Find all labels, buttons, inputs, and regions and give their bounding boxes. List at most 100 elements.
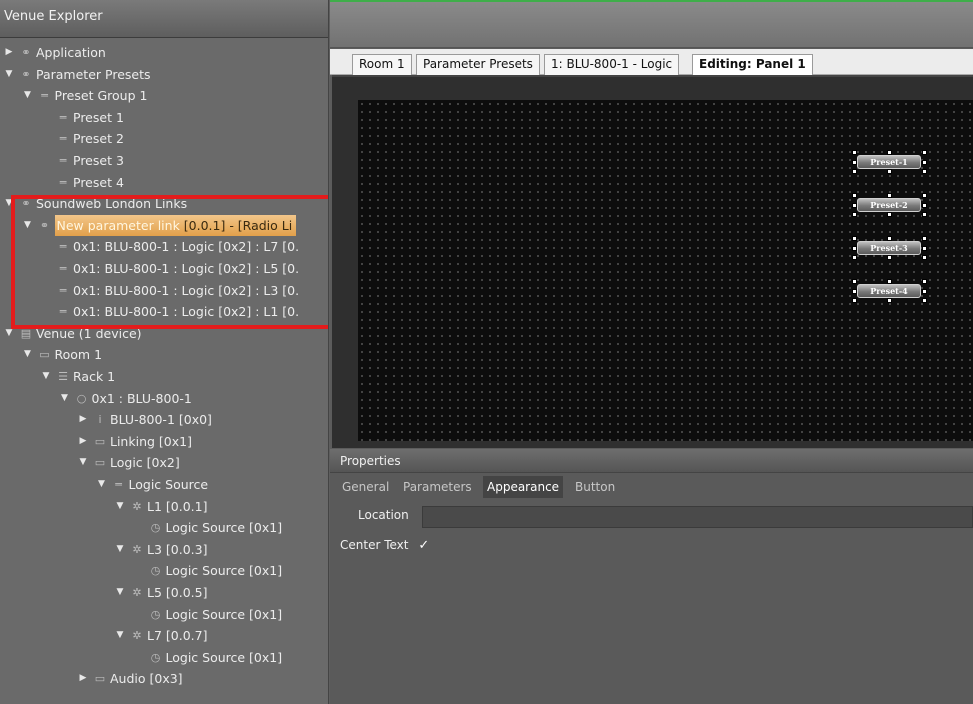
chevron-down-icon[interactable]: ▼ — [4, 323, 14, 344]
resize-handle[interactable] — [922, 279, 927, 284]
chevron-down-icon[interactable]: ▼ — [78, 452, 88, 473]
tree-item[interactable]: ▼ ⚭ New parameter link [0.0.1] - [Radio Li — [0, 214, 328, 236]
tab-room-1[interactable]: Room 1 — [352, 54, 412, 75]
tree-item[interactable]: ◷ Logic Source [0x1] — [0, 604, 328, 625]
tab-appearance[interactable]: Appearance — [483, 476, 564, 498]
tree-item[interactable]: ▶ ▭ Linking [0x1] — [0, 431, 328, 452]
tree-item[interactable]: ═ Preset 1 — [0, 107, 328, 128]
tree-item[interactable]: ▼ ═ Preset Group 1 — [0, 85, 328, 106]
preset-button[interactable]: Preset-3 — [852, 236, 927, 260]
resize-handle[interactable] — [852, 150, 857, 155]
resize-handle[interactable] — [922, 193, 927, 198]
chevron-down-icon[interactable]: ▼ — [115, 496, 125, 517]
tree-item[interactable]: ▼ ⚭ Soundweb London Links — [0, 193, 328, 214]
tab-editing-panel[interactable]: Editing: Panel 1 — [692, 54, 813, 75]
tree-item[interactable]: ═ 0x1: BLU-800-1 : Logic [0x2] : L7 [0. — [0, 236, 328, 257]
resize-handle[interactable] — [852, 255, 857, 260]
chevron-right-icon[interactable]: ▶ — [78, 431, 88, 452]
chevron-down-icon[interactable]: ▼ — [41, 366, 51, 387]
tree-item[interactable]: ▶ ▭ Audio [0x3] — [0, 668, 328, 689]
tree-item[interactable]: ═ Preset 3 — [0, 150, 328, 171]
preset-button[interactable]: Preset-4 — [852, 279, 927, 303]
chevron-down-icon[interactable]: ▼ — [4, 64, 14, 85]
tree-item[interactable]: ▼ ▭ Logic [0x2] — [0, 452, 328, 473]
resize-handle[interactable] — [852, 169, 857, 174]
tab-button[interactable]: Button — [571, 476, 619, 498]
tree-item[interactable]: ▼ ═ Logic Source — [0, 474, 328, 495]
chevron-down-icon[interactable]: ▼ — [23, 85, 33, 106]
resize-handle[interactable] — [887, 255, 892, 260]
resize-handle[interactable] — [852, 236, 857, 241]
tree-item[interactable]: ═ Preset 2 — [0, 128, 328, 149]
tree-item[interactable]: ═ 0x1: BLU-800-1 : Logic [0x2] : L3 [0. — [0, 280, 328, 301]
resize-handle[interactable] — [922, 203, 927, 208]
tree-item[interactable]: ▼ ✲ L7 [0.0.7] — [0, 625, 328, 646]
resize-handle[interactable] — [922, 160, 927, 165]
resize-handle[interactable] — [922, 255, 927, 260]
resize-handle[interactable] — [922, 236, 927, 241]
center-text-checkbox[interactable]: ✓ — [418, 538, 429, 553]
resize-handle[interactable] — [922, 289, 927, 294]
properties-title: Properties — [330, 449, 973, 473]
resize-handle[interactable] — [887, 298, 892, 303]
chevron-down-icon[interactable]: ▼ — [97, 474, 107, 495]
tree-item[interactable]: ═ 0x1: BLU-800-1 : Logic [0x2] : L1 [0. — [0, 301, 328, 322]
resize-handle[interactable] — [852, 160, 857, 165]
chevron-down-icon[interactable]: ▼ — [4, 193, 14, 214]
tree-item-label: 0x1: BLU-800-1 : Logic [0x2] : L1 [0. — [73, 304, 300, 320]
resize-handle[interactable] — [852, 289, 857, 294]
tree-item[interactable]: ▼ ▭ Room 1 — [0, 344, 328, 365]
resize-handle[interactable] — [887, 279, 892, 284]
chevron-right-icon[interactable]: ▶ — [78, 668, 88, 689]
location-input[interactable] — [422, 506, 973, 528]
chevron-down-icon[interactable]: ▼ — [23, 215, 33, 236]
tree-item[interactable]: ▼ ✲ L3 [0.0.3] — [0, 539, 328, 560]
tree-item[interactable]: ═ Preset 4 — [0, 172, 328, 193]
panel-canvas[interactable]: Preset-1 Preset-2 Preset-3 Preset-4 — [358, 100, 973, 441]
tree-item[interactable]: ▼ ✲ L1 [0.0.1] — [0, 496, 328, 517]
resize-handle[interactable] — [887, 212, 892, 217]
resize-handle[interactable] — [887, 193, 892, 198]
resize-handle[interactable] — [852, 193, 857, 198]
chevron-down-icon[interactable]: ▼ — [115, 625, 125, 646]
tab-parameter-presets[interactable]: Parameter Presets — [416, 54, 540, 75]
resize-handle[interactable] — [922, 298, 927, 303]
tree-item[interactable]: ▶ ⚭ Application — [0, 42, 328, 63]
resize-handle[interactable] — [887, 169, 892, 174]
chevron-down-icon[interactable]: ▼ — [115, 582, 125, 603]
resize-handle[interactable] — [922, 169, 927, 174]
tree-item-label: Preset 3 — [73, 153, 124, 168]
tree-item[interactable]: ▶ i BLU-800-1 [0x0] — [0, 409, 328, 430]
preset-button[interactable]: Preset-2 — [852, 193, 927, 217]
tree-item[interactable]: ▼ ○ 0x1 : BLU-800-1 — [0, 388, 328, 409]
tab-general[interactable]: General — [338, 476, 393, 498]
tree-item[interactable]: ▼ ✲ L5 [0.0.5] — [0, 582, 328, 603]
resize-handle[interactable] — [922, 246, 927, 251]
resize-handle[interactable] — [852, 212, 857, 217]
resize-handle[interactable] — [852, 246, 857, 251]
tree-item[interactable]: ◷ Logic Source [0x1] — [0, 517, 328, 538]
tree-item[interactable]: ═ 0x1: BLU-800-1 : Logic [0x2] : L5 [0. — [0, 258, 328, 279]
tree-item[interactable]: ◷ Logic Source [0x1] — [0, 647, 328, 668]
chevron-right-icon[interactable]: ▶ — [4, 42, 14, 63]
center-text-row: Center Text ✓ — [340, 538, 429, 553]
tree-item[interactable]: ◷ Logic Source [0x1] — [0, 560, 328, 581]
chevron-right-icon[interactable]: ▶ — [78, 409, 88, 430]
resize-handle[interactable] — [922, 212, 927, 217]
resize-handle[interactable] — [852, 203, 857, 208]
resize-handle[interactable] — [887, 150, 892, 155]
resize-handle[interactable] — [922, 150, 927, 155]
preset-button[interactable]: Preset-1 — [852, 150, 927, 174]
chevron-down-icon[interactable]: ▼ — [23, 344, 33, 365]
tree-item[interactable]: ▼ ▤ Venue (1 device) — [0, 323, 328, 344]
resize-handle[interactable] — [852, 298, 857, 303]
tree-item[interactable]: ▼ ☰ Rack 1 — [0, 366, 328, 387]
resize-handle[interactable] — [852, 279, 857, 284]
tab-logic[interactable]: 1: BLU-800-1 - Logic — [544, 54, 680, 75]
tab-parameters[interactable]: Parameters — [399, 476, 476, 498]
chevron-down-icon[interactable]: ▼ — [60, 388, 70, 409]
chevron-down-icon[interactable]: ▼ — [115, 539, 125, 560]
panel-editor-area: Preset-1 Preset-2 Preset-3 Preset-4 — [332, 75, 973, 448]
tree-item[interactable]: ▼ ⚭ Parameter Presets — [0, 64, 328, 85]
resize-handle[interactable] — [887, 236, 892, 241]
